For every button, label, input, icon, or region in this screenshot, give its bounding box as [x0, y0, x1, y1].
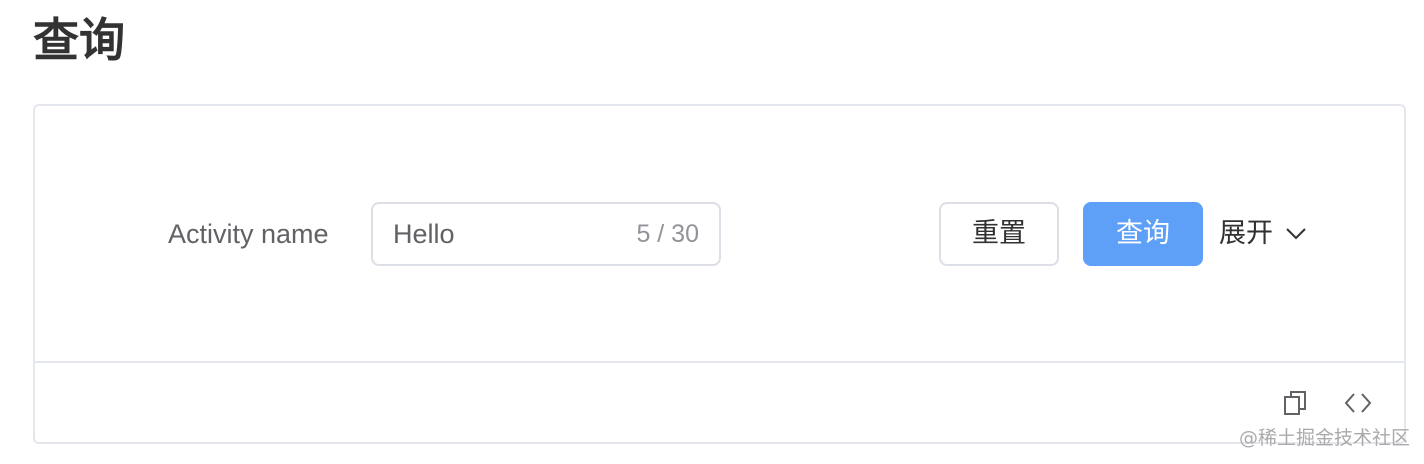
copy-icon[interactable] [1281, 388, 1311, 418]
chevron-down-icon [1285, 227, 1307, 241]
query-button[interactable]: 查询 [1083, 202, 1203, 266]
expand-toggle[interactable]: 展开 [1219, 202, 1307, 266]
activity-name-input[interactable] [393, 204, 613, 264]
demo-card: Activity name 5 / 30 重置 查询 展开 [33, 104, 1406, 444]
expand-label: 展开 [1219, 218, 1273, 249]
code-icon[interactable] [1343, 388, 1373, 418]
char-count: 5 / 30 [636, 220, 699, 248]
activity-name-input-wrapper[interactable]: 5 / 30 [371, 202, 721, 266]
demo-area: Activity name 5 / 30 重置 查询 展开 [35, 106, 1404, 363]
page-title: 查询 [33, 13, 125, 67]
reset-button[interactable]: 重置 [939, 202, 1059, 266]
watermark: @稀土掘金技术社区 [1238, 427, 1410, 449]
activity-name-label: Activity name [168, 219, 329, 249]
